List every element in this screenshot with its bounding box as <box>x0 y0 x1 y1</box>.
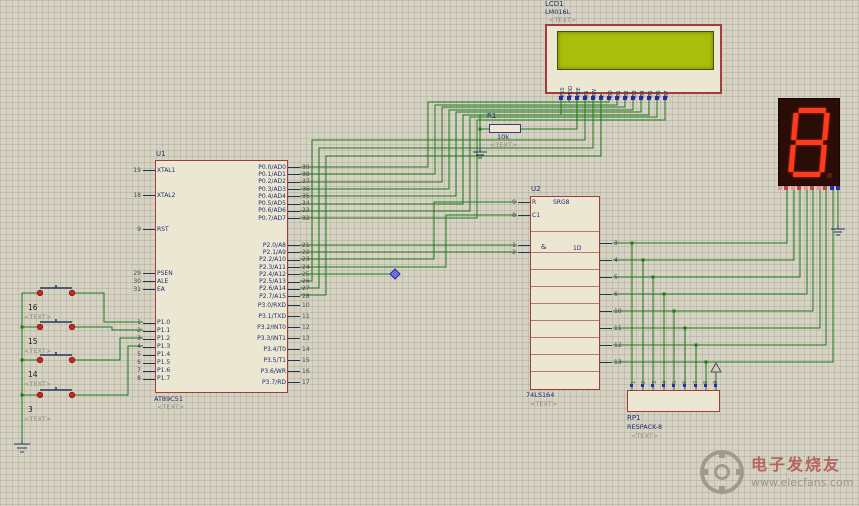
button-label: 16 <box>28 303 38 312</box>
push-button-symbol[interactable] <box>16 352 86 372</box>
button-terminal[interactable] <box>36 356 44 364</box>
push-button-symbol[interactable] <box>16 387 86 407</box>
button-terminal[interactable] <box>36 289 44 297</box>
schematic-canvas[interactable]: LCD1 LM016L <TEXT> VSS VDD VEE RS RW E D0 D1 D2 D… <box>0 0 859 506</box>
button-label: 15 <box>28 337 38 346</box>
button-terminal[interactable] <box>36 323 44 331</box>
button-label: 14 <box>28 370 38 379</box>
elecfans-logo-icon <box>700 450 744 494</box>
button-label: 3 <box>28 405 33 414</box>
watermark-site: www.elecfans.com <box>751 475 854 489</box>
button-note: <TEXT> <box>24 415 52 423</box>
push-button[interactable]: 3 <TEXT> <box>16 383 86 427</box>
watermark-brand: 电子发烧友 <box>751 455 842 474</box>
button-terminal[interactable] <box>68 356 76 364</box>
button-terminal[interactable] <box>36 391 44 399</box>
watermark: 电子发烧友 www.elecfans.com <box>700 443 858 501</box>
push-buttons: 16 <TEXT> 15 <TEXT> 14 <TEXT> 3 <TEXT> <box>0 0 859 506</box>
push-button-symbol[interactable] <box>16 285 86 305</box>
button-terminal[interactable] <box>68 323 76 331</box>
push-button-symbol[interactable] <box>16 319 86 339</box>
button-terminal[interactable] <box>68 391 76 399</box>
button-terminal[interactable] <box>68 289 76 297</box>
